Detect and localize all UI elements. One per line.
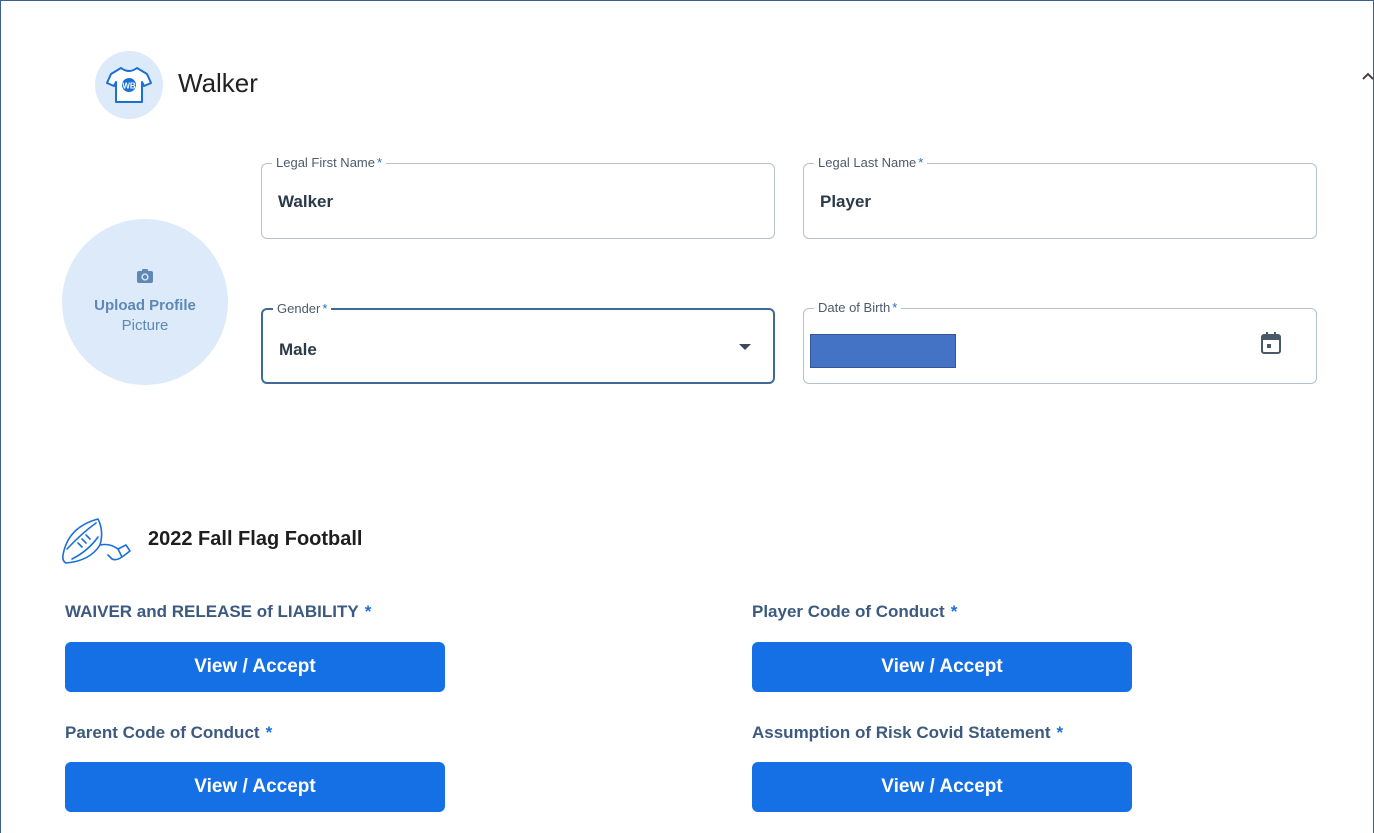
upload-label-line1: Upload Profile [94, 297, 196, 314]
collapse-icon[interactable] [1362, 70, 1374, 84]
covid-statement-view-accept-button[interactable]: View / Accept [752, 762, 1132, 812]
page-frame [0, 0, 1374, 833]
covid-statement-label: Assumption of Risk Covid Statement * [752, 723, 1064, 742]
date-of-birth-field[interactable]: Date of Birth * [803, 300, 1317, 384]
parent-code-view-accept-button[interactable]: View / Accept [65, 762, 445, 812]
parent-code-label: Parent Code of Conduct * [65, 723, 273, 742]
last-name-field[interactable]: Legal Last Name * Player [803, 155, 1317, 239]
gender-label: Gender * [273, 301, 332, 316]
gender-value: Male [279, 340, 317, 359]
upload-profile-label: Upload Profile Picture [70, 296, 220, 336]
dropdown-arrow-icon[interactable] [739, 344, 751, 350]
player-code-label: Player Code of Conduct * [752, 602, 958, 621]
last-name-value: Player [820, 192, 872, 211]
svg-text:WB: WB [122, 82, 136, 91]
waiver-view-accept-button[interactable]: View / Accept [65, 642, 445, 692]
player-name: Walker [178, 68, 258, 98]
waiver-label: WAIVER and RELEASE of LIABILITY * [65, 602, 372, 621]
upload-profile-picture[interactable]: Upload Profile Picture [62, 219, 228, 385]
program-title: 2022 Fall Flag Football [148, 528, 363, 550]
first-name-value: Walker [278, 192, 334, 211]
upload-label-line2: Picture [121, 317, 169, 334]
calendar-icon[interactable] [1260, 331, 1282, 355]
player-code-view-accept-button[interactable]: View / Accept [752, 642, 1132, 692]
first-name-label: Legal First Name * [272, 155, 387, 170]
first-name-field[interactable]: Legal First Name * Walker [261, 155, 775, 239]
dob-label: Date of Birth * [814, 300, 902, 315]
last-name-label: Legal Last Name * [814, 155, 928, 170]
camera-icon [137, 269, 153, 283]
gender-select[interactable]: Gender * Male [261, 301, 775, 384]
dob-redacted-value [810, 334, 956, 368]
football-icon [62, 518, 131, 564]
jersey-icon: WB [95, 51, 163, 119]
